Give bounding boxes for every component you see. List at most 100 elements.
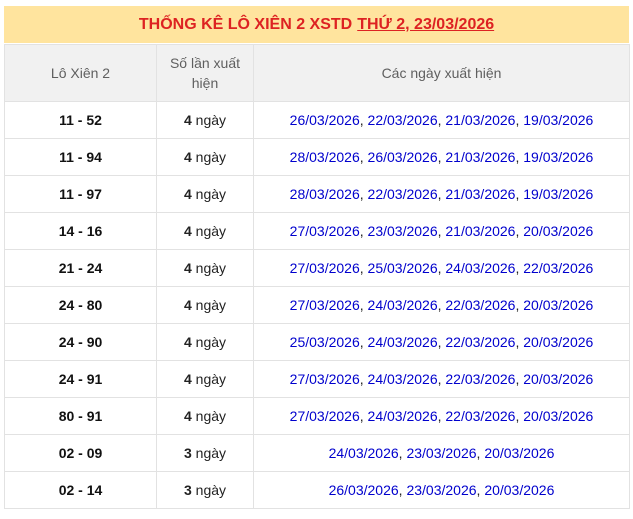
- date-link[interactable]: 26/03/2026: [329, 482, 399, 498]
- date-separator: ,: [359, 112, 368, 128]
- date-link[interactable]: 19/03/2026: [523, 112, 593, 128]
- title-text: THỐNG KÊ LÔ XIÊN 2 XSTD: [138, 16, 353, 33]
- date-link[interactable]: 27/03/2026: [290, 223, 360, 239]
- table-row: 21 - 24 4 ngày 27/03/2026, 25/03/2026, 24/…: [4, 249, 630, 287]
- pair-cell: 11 - 52: [4, 101, 157, 139]
- statistics-page: THỐNG KÊ LÔ XIÊN 2 XSTD THỨ 2, 23/03/2026…: [4, 6, 630, 509]
- date-link[interactable]: 22/03/2026: [445, 334, 515, 350]
- lo-xien-2-table: Lô Xiên 2 Số lần xuất hiện Các ngày xuất…: [4, 44, 630, 509]
- date-link[interactable]: 20/03/2026: [523, 408, 593, 424]
- date-link[interactable]: 24/03/2026: [368, 297, 438, 313]
- table-row: 24 - 90 4 ngày 25/03/2026, 24/03/2026, 22/…: [4, 323, 630, 361]
- date-link[interactable]: 21/03/2026: [445, 186, 515, 202]
- date-link[interactable]: 21/03/2026: [445, 112, 515, 128]
- count-number: 4: [183, 149, 192, 165]
- table-row: 11 - 52 4 ngày 26/03/2026, 22/03/2026, 21/…: [4, 101, 630, 139]
- dates-cell: 27/03/2026, 25/03/2026, 24/03/2026, 22/0…: [253, 249, 630, 287]
- date-link[interactable]: 27/03/2026: [290, 260, 360, 276]
- count-cell: 4 ngày: [156, 323, 254, 361]
- date-link[interactable]: 24/03/2026: [329, 445, 399, 461]
- count-number: 4: [183, 260, 192, 276]
- date-link[interactable]: 22/03/2026: [445, 297, 515, 313]
- pair-cell: 24 - 80: [4, 286, 157, 324]
- dates-cell: 28/03/2026, 22/03/2026, 21/03/2026, 19/0…: [253, 175, 630, 213]
- count-cell: 4 ngày: [156, 175, 254, 213]
- dates-cell: 25/03/2026, 24/03/2026, 22/03/2026, 20/0…: [253, 323, 630, 361]
- count-number: 4: [183, 186, 192, 202]
- count-cell: 3 ngày: [156, 471, 254, 509]
- date-link[interactable]: 22/03/2026: [523, 260, 593, 276]
- pair-cell: 24 - 90: [4, 323, 157, 361]
- count-cell: 4 ngày: [156, 101, 254, 139]
- date-link[interactable]: 20/03/2026: [523, 334, 593, 350]
- table-row: 11 - 97 4 ngày 28/03/2026, 22/03/2026, 21/…: [4, 175, 630, 213]
- table-row: 24 - 91 4 ngày 27/03/2026, 24/03/2026, 22/…: [4, 360, 630, 398]
- header-row: Lô Xiên 2 Số lần xuất hiện Các ngày xuất…: [4, 44, 630, 102]
- date-link[interactable]: 27/03/2026: [290, 371, 360, 387]
- date-link[interactable]: 24/03/2026: [368, 408, 438, 424]
- count-cell: 4 ngày: [156, 249, 254, 287]
- date-separator: ,: [359, 149, 368, 165]
- date-link[interactable]: 20/03/2026: [523, 297, 593, 313]
- date-link[interactable]: 27/03/2026: [290, 408, 360, 424]
- date-link[interactable]: 28/03/2026: [290, 186, 360, 202]
- count-cell: 3 ngày: [156, 434, 254, 472]
- date-link[interactable]: 24/03/2026: [368, 371, 438, 387]
- date-link[interactable]: 24/03/2026: [368, 334, 438, 350]
- count-number: 4: [183, 371, 192, 387]
- date-separator: ,: [359, 297, 368, 313]
- date-link[interactable]: 19/03/2026: [523, 149, 593, 165]
- date-separator: ,: [359, 408, 368, 424]
- count-number: 4: [183, 297, 192, 313]
- date-link[interactable]: 24/03/2026: [445, 260, 515, 276]
- table-row: 02 - 14 3 ngày 26/03/2026, 23/03/2026, 20/…: [4, 471, 630, 509]
- pair-cell: 80 - 91: [4, 397, 157, 435]
- date-link[interactable]: 25/03/2026: [290, 334, 360, 350]
- table-row: 24 - 80 4 ngày 27/03/2026, 24/03/2026, 22/…: [4, 286, 630, 324]
- count-number: 4: [183, 334, 192, 350]
- pair-cell: 11 - 97: [4, 175, 157, 213]
- date-link[interactable]: 22/03/2026: [445, 371, 515, 387]
- date-link[interactable]: 26/03/2026: [290, 112, 360, 128]
- dates-cell: 26/03/2026, 22/03/2026, 21/03/2026, 19/0…: [253, 101, 630, 139]
- date-link[interactable]: 20/03/2026: [484, 445, 554, 461]
- date-link[interactable]: 19/03/2026: [523, 186, 593, 202]
- count-number: 3: [183, 482, 192, 498]
- date-link[interactable]: 22/03/2026: [368, 186, 438, 202]
- dates-cell: 27/03/2026, 24/03/2026, 22/03/2026, 20/0…: [253, 286, 630, 324]
- table-header: Lô Xiên 2 Số lần xuất hiện Các ngày xuất…: [4, 44, 630, 102]
- pair-cell: 02 - 09: [4, 434, 157, 472]
- dates-cell: 27/03/2026, 23/03/2026, 21/03/2026, 20/0…: [253, 212, 630, 250]
- col-header-count: Số lần xuất hiện: [156, 44, 254, 102]
- pair-cell: 24 - 91: [4, 360, 157, 398]
- date-link[interactable]: 22/03/2026: [368, 112, 438, 128]
- pair-cell: 02 - 14: [4, 471, 157, 509]
- title-date-link[interactable]: THỨ 2, 23/03/2026: [357, 16, 494, 33]
- date-link[interactable]: 26/03/2026: [368, 149, 438, 165]
- table-row: 80 - 91 4 ngày 27/03/2026, 24/03/2026, 22/…: [4, 397, 630, 435]
- date-separator: ,: [359, 223, 368, 239]
- date-link[interactable]: 28/03/2026: [290, 149, 360, 165]
- date-link[interactable]: 20/03/2026: [523, 371, 593, 387]
- count-cell: 4 ngày: [156, 212, 254, 250]
- date-link[interactable]: 20/03/2026: [484, 482, 554, 498]
- date-link[interactable]: 23/03/2026: [406, 482, 476, 498]
- count-cell: 4 ngày: [156, 286, 254, 324]
- count-cell: 4 ngày: [156, 397, 254, 435]
- dates-cell: 26/03/2026, 23/03/2026, 20/03/2026: [253, 471, 630, 509]
- date-link[interactable]: 25/03/2026: [368, 260, 438, 276]
- date-link[interactable]: 22/03/2026: [445, 408, 515, 424]
- date-link[interactable]: 23/03/2026: [406, 445, 476, 461]
- date-link[interactable]: 21/03/2026: [445, 223, 515, 239]
- count-cell: 4 ngày: [156, 138, 254, 176]
- date-link[interactable]: 23/03/2026: [368, 223, 438, 239]
- date-link[interactable]: 27/03/2026: [290, 297, 360, 313]
- count-number: 4: [183, 112, 192, 128]
- date-link[interactable]: 20/03/2026: [523, 223, 593, 239]
- table-row: 11 - 94 4 ngày 28/03/2026, 26/03/2026, 21/…: [4, 138, 630, 176]
- table-row: 02 - 09 3 ngày 24/03/2026, 23/03/2026, 20/…: [4, 434, 630, 472]
- col-header-dates: Các ngày xuất hiện: [253, 44, 630, 102]
- dates-cell: 27/03/2026, 24/03/2026, 22/03/2026, 20/0…: [253, 360, 630, 398]
- dates-cell: 28/03/2026, 26/03/2026, 21/03/2026, 19/0…: [253, 138, 630, 176]
- date-link[interactable]: 21/03/2026: [445, 149, 515, 165]
